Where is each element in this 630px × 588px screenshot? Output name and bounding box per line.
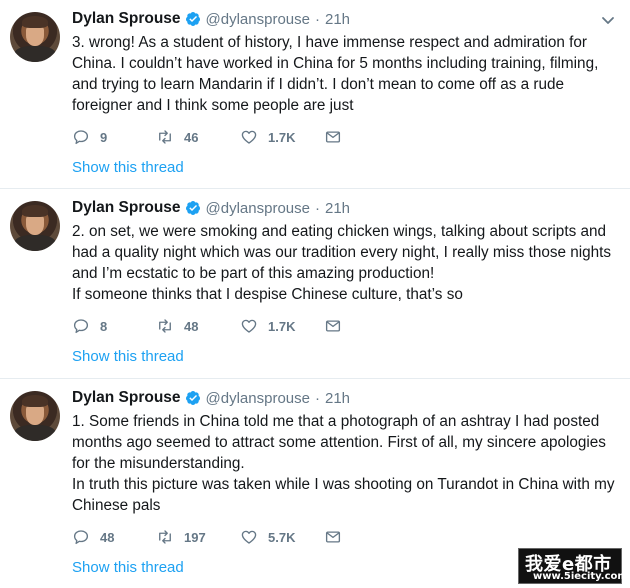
tweet-text-line: foreigner and I think some people are ju… [72,97,354,114]
envelope-icon [325,531,341,543]
tweet-text-line: 3. wrong! As a student of history, I hav… [72,34,587,51]
retweet-button[interactable]: 48 [156,317,240,335]
tweet-text-line: China. I couldn’t have worked in China f… [72,55,599,72]
user-name[interactable]: Dylan Sprouse [72,199,181,217]
like-count: 5.7K [268,529,296,545]
show-thread-link[interactable]: Show this thread [72,348,184,365]
verified-badge-icon [185,12,200,26]
verified-badge-icon [185,391,200,405]
retweet-icon [159,130,171,144]
timestamp[interactable]: 21h [325,390,350,407]
tweet-text-line: for the misunderstanding. [72,455,245,472]
tweet-1[interactable]: Dylan Sprouse @dylansprouse · 21h 3. wro… [0,0,630,188]
user-name[interactable]: Dylan Sprouse [72,10,181,28]
show-thread-link[interactable]: Show this thread [72,159,184,176]
reply-icon [73,319,89,334]
timestamp[interactable]: 21h [325,200,350,217]
direct-message-button[interactable] [324,317,354,335]
retweet-count: 46 [184,129,199,145]
avatar[interactable] [10,391,60,441]
avatar[interactable] [10,12,60,62]
tweet-header: Dylan Sprouse @dylansprouse · 21h [72,386,350,410]
tweet-text: 2. on set, we were smoking and eating ch… [72,221,624,305]
retweet-count: 48 [184,318,199,334]
reply-count: 8 [100,318,108,334]
separator-dot: · [314,389,320,407]
retweet-icon [159,530,171,544]
user-handle[interactable]: @dylansprouse [206,200,310,217]
verified-badge-icon [185,201,200,215]
tweet-text-line: Chinese pals [72,497,161,514]
retweet-button[interactable]: 46 [156,128,240,146]
reply-count: 9 [100,129,108,145]
watermark-url: www.5iecity.com [533,571,628,582]
tweet-actions: 9 46 1.7K [72,126,354,148]
retweet-button[interactable]: 197 [156,528,240,546]
direct-message-button[interactable] [324,128,354,146]
tweet-header: Dylan Sprouse @dylansprouse · 21h [72,196,350,220]
like-button[interactable]: 1.7K [240,317,324,335]
tweet-text-line: had a quality night which was our tradit… [72,244,612,261]
tweet-text-line: and trying to learn Mandarin if I didn’t… [72,76,565,93]
like-button[interactable]: 5.7K [240,528,324,546]
reply-icon [73,130,89,145]
tweet-actions: 8 48 1.7K [72,315,354,337]
tweet-text-line: If someone thinks that I despise Chinese… [72,286,463,303]
tweet-text-line: In truth this picture was taken while I … [72,476,615,493]
like-count: 1.7K [268,318,296,334]
tweet-2[interactable]: Dylan Sprouse @dylansprouse · 21h 2. on … [0,189,630,377]
reply-count: 48 [100,529,115,545]
user-handle[interactable]: @dylansprouse [206,390,310,407]
tweet-header: Dylan Sprouse @dylansprouse · 21h [72,7,350,31]
reply-icon [73,530,89,545]
tweet-actions: 48 197 5.7K [72,526,354,548]
heart-icon [241,530,257,544]
tweet-text-line: months ago seemed to attract some attent… [72,434,606,451]
retweet-count: 197 [184,529,206,545]
separator-dot: · [314,10,320,28]
direct-message-button[interactable] [324,528,354,546]
tweet-text: 3. wrong! As a student of history, I hav… [72,32,624,116]
retweet-icon [159,319,171,333]
envelope-icon [325,320,341,332]
reply-button[interactable]: 8 [72,317,156,335]
site-watermark: 我爱e都市 www.5iecity.com [518,548,628,584]
reply-button[interactable]: 9 [72,128,156,146]
tweet-text: 1. Some friends in China told me that a … [72,411,624,516]
user-handle[interactable]: @dylansprouse [206,11,310,28]
envelope-icon [325,131,341,143]
timestamp[interactable]: 21h [325,11,350,28]
heart-icon [241,130,257,144]
tweet-text-line: 1. Some friends in China told me that a … [72,413,600,430]
reply-button[interactable]: 48 [72,528,156,546]
tweet-text-line: and I’m ecstatic to be part of this amaz… [72,265,435,282]
tweet-text-line: 2. on set, we were smoking and eating ch… [72,223,606,240]
avatar[interactable] [10,201,60,251]
heart-icon [241,319,257,333]
like-count: 1.7K [268,129,296,145]
like-button[interactable]: 1.7K [240,128,324,146]
show-thread-link[interactable]: Show this thread [72,559,184,576]
chevron-down-icon[interactable] [600,12,616,28]
separator-dot: · [314,199,320,217]
user-name[interactable]: Dylan Sprouse [72,389,181,407]
